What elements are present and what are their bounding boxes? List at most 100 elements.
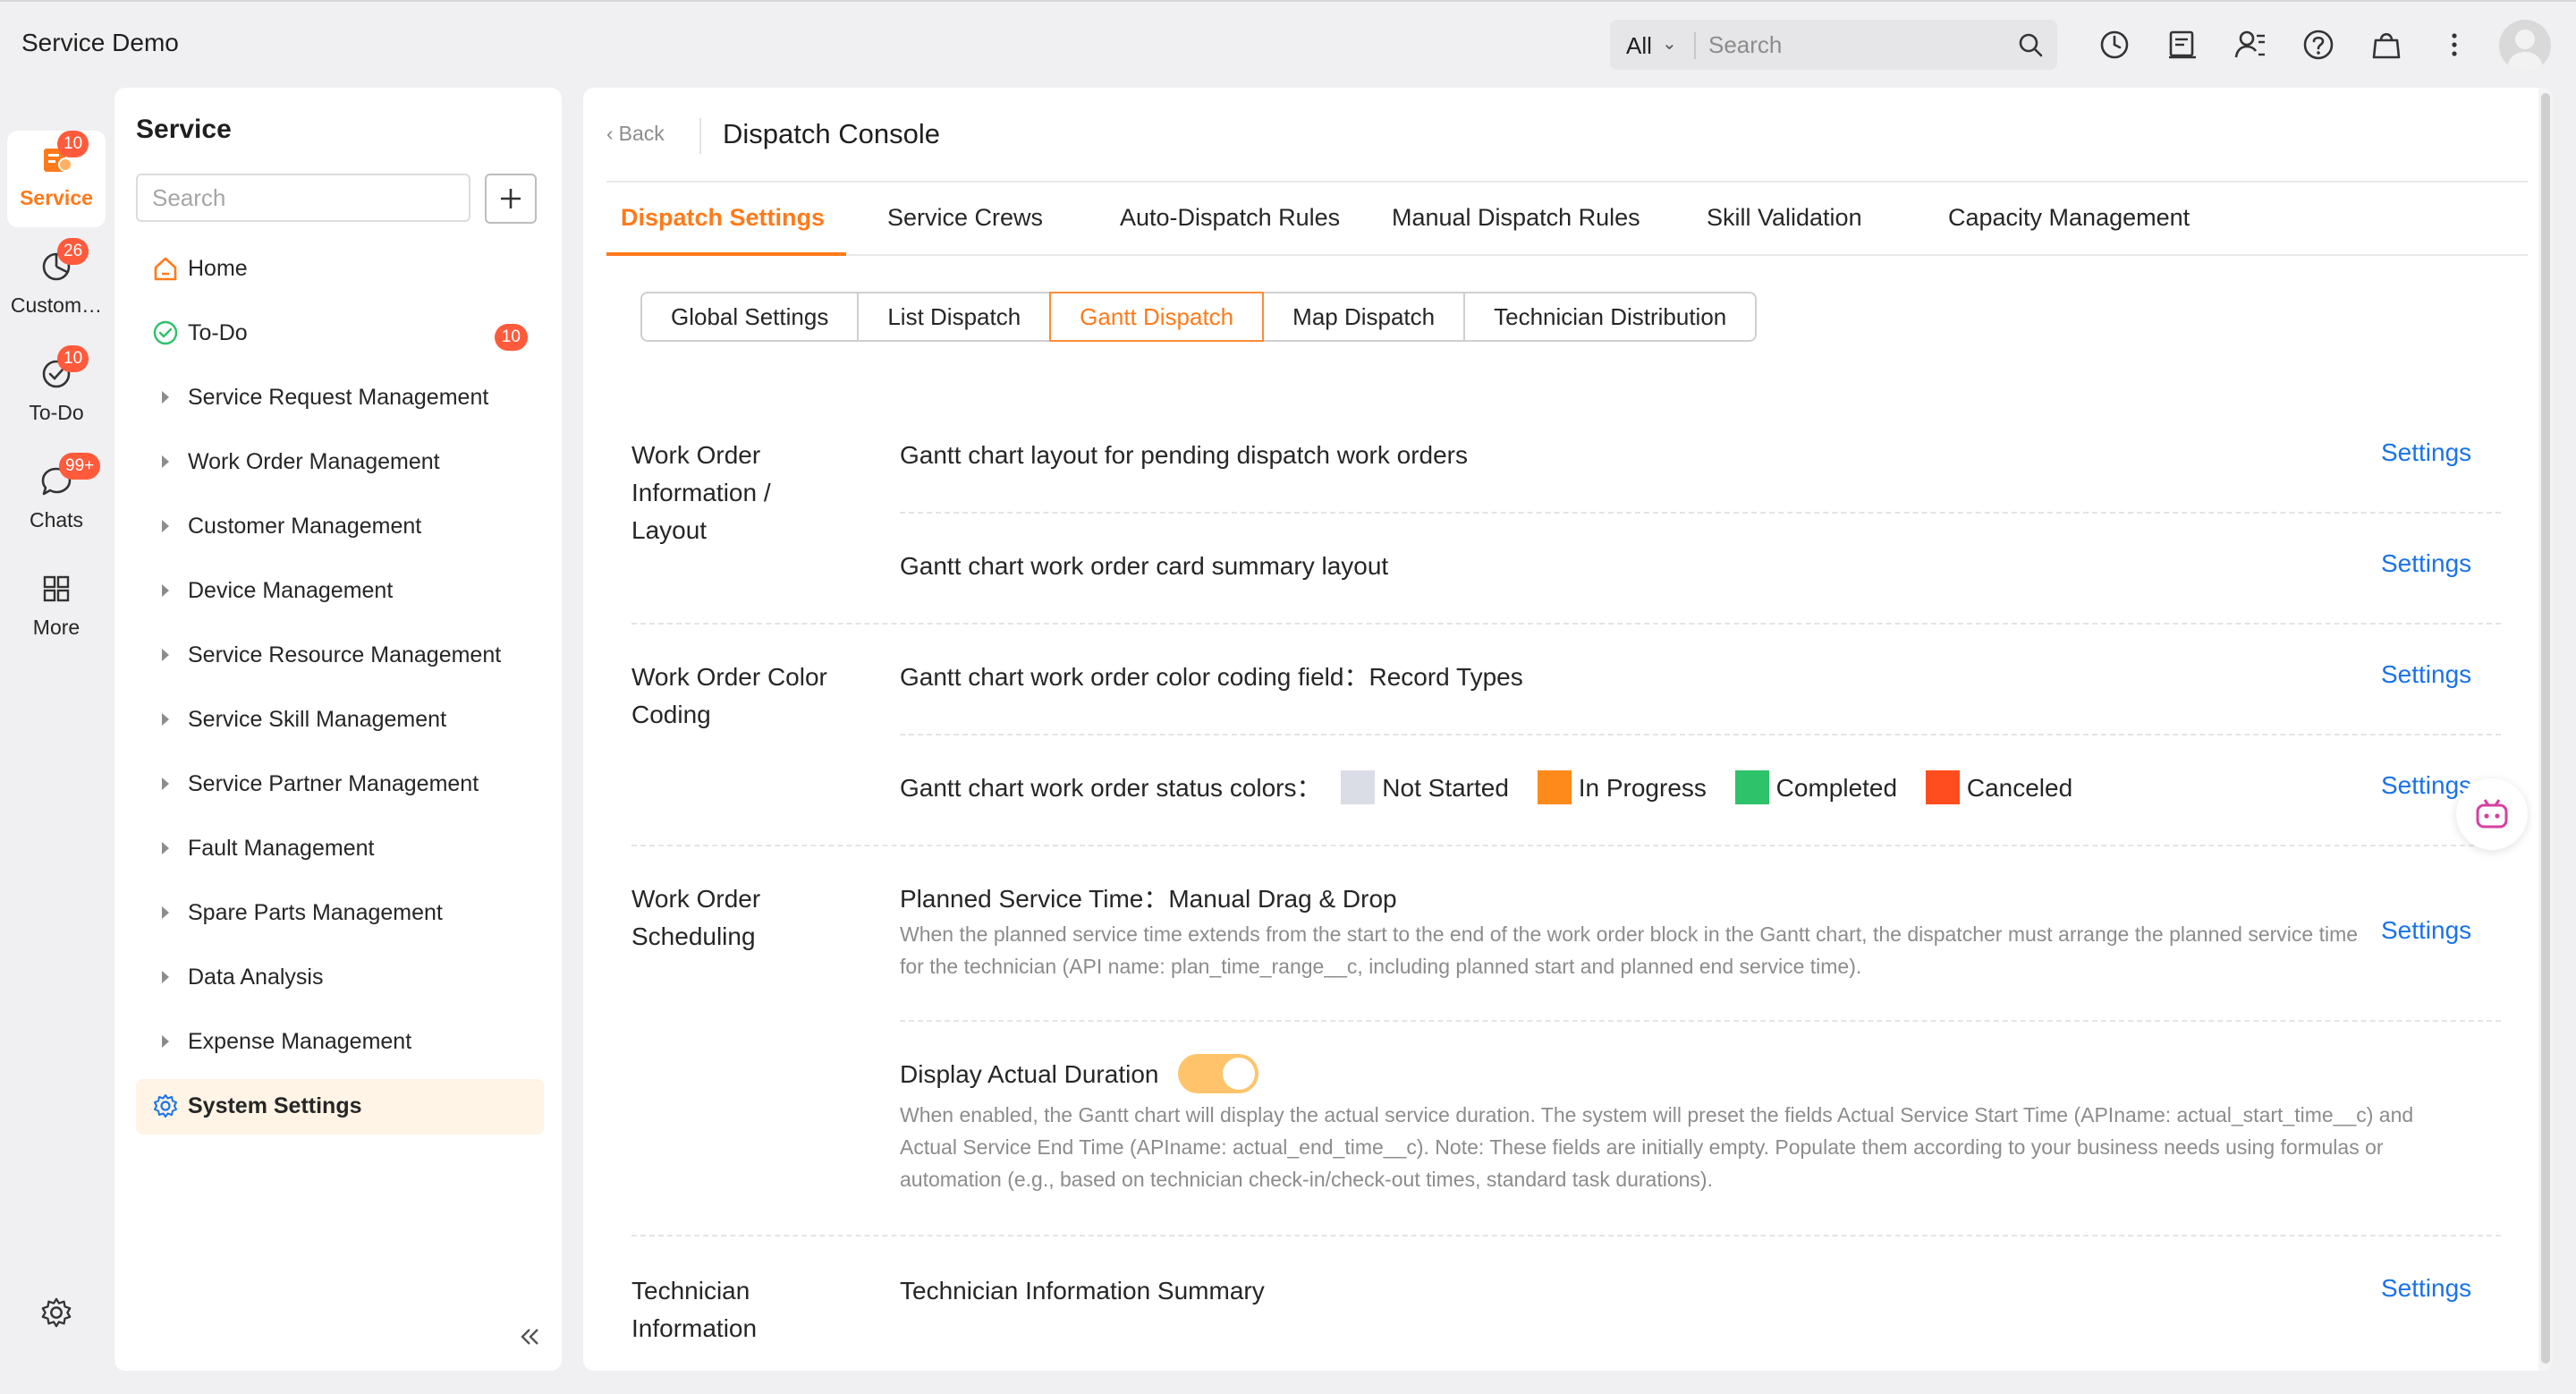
technician-summary-text: Technician Information Summary [900, 1277, 1265, 1305]
avatar[interactable] [2499, 20, 2551, 72]
global-search-input[interactable] [1708, 27, 2004, 63]
rail-item-label: Chats [29, 508, 84, 531]
user-silhouette-icon [2506, 30, 2544, 72]
subtab-technician-distribution[interactable]: Technician Distribution [1463, 292, 1758, 342]
scrollbar-thumb[interactable] [2541, 93, 2550, 1364]
user-list-icon[interactable] [2233, 27, 2268, 63]
tab-manual-dispatch-rules[interactable]: Manual Dispatch Rules [1392, 204, 1640, 232]
tab-label: Skill Validation [1707, 204, 1862, 231]
tab-skill-validation[interactable]: Skill Validation [1707, 204, 1862, 232]
assistant-button[interactable] [2456, 778, 2528, 850]
history-icon[interactable] [2097, 27, 2132, 63]
sidebar-item-service-skill-management[interactable]: Service Skill Management [136, 693, 544, 748]
display-actual-duration-row: Display Actual Duration [900, 1053, 1259, 1096]
tab-service-crews[interactable]: Service Crews [887, 204, 1043, 232]
sidebar-item-service-request-management[interactable]: Service Request Management [136, 370, 544, 426]
settings-link-card-summary[interactable]: Settings [2381, 549, 2471, 578]
more-vertical-icon[interactable] [2436, 27, 2472, 63]
settings-link-color-field[interactable]: Settings [2381, 660, 2471, 689]
sidebar-item-label: To-Do [188, 320, 248, 345]
sidebar-item-label: Service Skill Management [188, 707, 447, 732]
active-tab-indicator [606, 252, 846, 256]
planned-service-time-label: Planned Service Time： [900, 885, 1169, 913]
sidebar-item-data-analysis[interactable]: Data Analysis [136, 950, 544, 1006]
tab-capacity-management[interactable]: Capacity Management [1948, 204, 2190, 232]
sidebar-item-work-order-management[interactable]: Work Order Management [136, 435, 544, 490]
tab-label: Service Crews [887, 204, 1044, 231]
sidebar-item-device-management[interactable]: Device Management [136, 564, 544, 619]
search-icon[interactable] [2016, 30, 2045, 59]
sidebar-item-fault-management[interactable]: Fault Management [136, 821, 544, 877]
sidebar-item-spare-parts-management[interactable]: Spare Parts Management [136, 886, 544, 941]
display-actual-duration-label: Display Actual Duration [900, 1060, 1159, 1088]
status-label: Completed [1775, 774, 1898, 802]
row-divider [900, 1020, 2501, 1022]
sidebar: Service Home To-Do 10 Service Request Ma… [114, 88, 562, 1371]
caret-right-icon [162, 906, 169, 919]
search-scope-select[interactable]: All [1626, 32, 1652, 60]
global-search: All ⌄ [1610, 20, 2057, 70]
toggle-knob [1223, 1057, 1256, 1090]
display-actual-duration-toggle[interactable] [1178, 1053, 1259, 1093]
sidebar-item-label: Work Order Management [188, 449, 440, 474]
rail-item-todo[interactable]: 10 To-Do [0, 345, 113, 442]
subtab-global-settings[interactable]: Global Settings [640, 292, 860, 342]
tab-dispatch-settings[interactable]: Dispatch Settings [621, 204, 825, 232]
rail-item-service[interactable]: 10 Service [7, 131, 106, 227]
row-divider [900, 512, 2501, 514]
add-button[interactable] [485, 174, 537, 224]
chevron-left-icon: ‹ [606, 122, 614, 145]
sidebar-item-customer-management[interactable]: Customer Management [136, 499, 544, 555]
status-colors-row: Gantt chart work order status colors： No… [900, 769, 2072, 807]
settings-link-technician-summary[interactable]: Settings [2381, 1274, 2471, 1303]
chevron-down-icon[interactable]: ⌄ [1662, 32, 1677, 55]
subtab-list-dispatch[interactable]: List Dispatch [857, 292, 1052, 342]
tab-auto-dispatch-rules[interactable]: Auto-Dispatch Rules [1120, 204, 1340, 232]
gear-icon[interactable] [39, 1296, 73, 1330]
sidebar-item-todo[interactable]: To-Do 10 [136, 306, 544, 361]
settings-link-planned-time[interactable]: Settings [2381, 916, 2471, 945]
sidebar-item-system-settings[interactable]: System Settings [136, 1079, 544, 1135]
rail-item-more[interactable]: More [0, 560, 113, 657]
subtab-map-dispatch[interactable]: Map Dispatch [1262, 292, 1466, 342]
subtab-gantt-dispatch[interactable]: Gantt Dispatch [1049, 292, 1265, 342]
sidebar-item-expense-management[interactable]: Expense Management [136, 1015, 544, 1070]
caret-right-icon [162, 584, 169, 597]
status-label: Not Started [1382, 774, 1509, 802]
robot-icon [2476, 799, 2508, 829]
color-coding-field-row: Gantt chart work order color coding fiel… [900, 659, 1523, 696]
rail-badge: 10 [57, 131, 89, 157]
sidebar-item-label: Customer Management [188, 514, 422, 539]
sidebar-item-service-resource-management[interactable]: Service Resource Management [136, 628, 544, 684]
sidebar-item-home[interactable]: Home [136, 242, 544, 297]
rail-item-label: Service [20, 186, 93, 209]
plus-icon [501, 189, 521, 208]
notes-icon[interactable] [2165, 27, 2200, 63]
todo-count-badge: 10 [494, 324, 528, 351]
rail-item-label: To-Do [29, 401, 84, 424]
caret-right-icon [162, 713, 169, 726]
color-coding-field-value: Record Types [1368, 663, 1523, 691]
tab-label: Manual Dispatch Rules [1392, 204, 1640, 231]
caret-right-icon [162, 520, 169, 532]
home-icon [154, 257, 177, 281]
back-button[interactable]: ‹ Back [606, 122, 665, 146]
collapse-sidebar-icon[interactable] [513, 1321, 546, 1353]
status-swatch-completed [1734, 769, 1769, 804]
section-label-technician: Technician Information [631, 1277, 758, 1342]
tab-label: Auto-Dispatch Rules [1120, 204, 1341, 231]
help-icon[interactable] [2301, 27, 2336, 63]
rail-item-customers[interactable]: 26 Custom… [0, 238, 113, 335]
sidebar-search-input[interactable] [136, 174, 470, 222]
sidebar-item-service-partner-management[interactable]: Service Partner Management [136, 757, 544, 812]
section-divider [631, 623, 2501, 625]
dispatch-mode-switcher: Global Settings List Dispatch Gantt Disp… [640, 292, 1758, 342]
settings-link-pending-layout[interactable]: Settings [2381, 438, 2471, 467]
store-icon[interactable] [2368, 27, 2404, 63]
back-label: Back [618, 122, 665, 145]
rail-item-chats[interactable]: 99+ Chats [0, 453, 113, 549]
caret-right-icon [162, 1035, 169, 1048]
caret-right-icon [162, 649, 169, 661]
tab-bar: Dispatch Settings Service Crews Auto-Dis… [606, 183, 2528, 256]
scrollbar[interactable] [2538, 88, 2553, 1371]
